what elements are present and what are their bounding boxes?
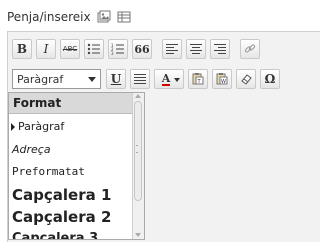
upload-insert-label: Penja/insereix (7, 10, 91, 24)
format-option-paragraph[interactable]: Paràgraf (9, 114, 135, 139)
align-right-icon (214, 44, 226, 54)
paste-text-icon: T (192, 73, 204, 85)
format-options-list: Paràgraf Adreça Preformatat Capçalera 1 … (9, 114, 135, 239)
format-dropdown-header: Format (9, 93, 144, 114)
scroll-down-icon[interactable] (135, 233, 141, 237)
italic-button[interactable]: I (36, 39, 56, 59)
media-upload-bar: Penja/insereix (7, 9, 131, 25)
format-option-heading-3[interactable]: Capçalera 3 (9, 228, 135, 239)
format-select[interactable]: Paràgraf (12, 69, 101, 89)
paste-word-icon: W (216, 73, 228, 85)
align-center-button[interactable] (186, 39, 206, 59)
blockquote-button[interactable]: 66 (132, 39, 152, 59)
bold-button[interactable]: B (12, 39, 32, 59)
selected-indicator-icon (11, 122, 15, 131)
align-right-button[interactable] (210, 39, 230, 59)
format-option-heading-1[interactable]: Capçalera 1 (9, 184, 135, 206)
add-media-icon[interactable] (97, 10, 111, 24)
format-dropdown-menu: Format Paràgraf Adreça Preformatat Capça… (8, 92, 145, 240)
format-option-preformatted[interactable]: Preformatat (9, 160, 135, 184)
link-icon (244, 44, 256, 53)
text-color-button[interactable]: A (154, 69, 184, 89)
bullet-list-icon (87, 43, 100, 55)
align-left-button[interactable] (162, 39, 182, 59)
special-character-button[interactable]: Ω (260, 69, 280, 89)
align-left-icon (166, 44, 178, 54)
clear-formatting-button[interactable] (236, 69, 256, 89)
chevron-down-icon (88, 77, 96, 82)
justify-button[interactable] (130, 69, 150, 89)
numbered-list-icon: 123 (111, 43, 124, 55)
bullet-list-button[interactable] (84, 39, 104, 59)
toolbar-separator (234, 40, 236, 58)
format-option-address[interactable]: Adreça (9, 139, 135, 160)
paste-word-button[interactable]: W (212, 69, 232, 89)
link-button[interactable] (240, 39, 260, 59)
align-center-icon (190, 44, 202, 54)
eraser-icon (241, 74, 252, 85)
scroll-up-icon[interactable] (135, 94, 141, 98)
gallery-icon[interactable] (117, 10, 131, 24)
scrollbar-grip-icon (136, 145, 138, 153)
numbered-list-button[interactable]: 123 (108, 39, 128, 59)
omega-icon: Ω (264, 72, 276, 86)
strikethrough-button[interactable]: ABC (60, 39, 80, 59)
underline-button[interactable]: U (106, 69, 126, 89)
format-select-value: Paràgraf (17, 72, 64, 86)
svg-text:3: 3 (111, 51, 114, 55)
paste-text-button[interactable]: T (188, 69, 208, 89)
format-option-heading-2[interactable]: Capçalera 2 (9, 206, 135, 228)
toolbar-separator (156, 40, 158, 58)
toolbar-row-2: Paràgraf U A T W Ω (12, 65, 320, 93)
justify-icon (134, 74, 146, 84)
dropdown-scrollbar[interactable] (132, 93, 144, 239)
toolbar-row-1: B I ABC 123 66 (12, 35, 320, 63)
svg-text:W: W (221, 79, 226, 85)
chevron-down-icon (174, 78, 180, 82)
